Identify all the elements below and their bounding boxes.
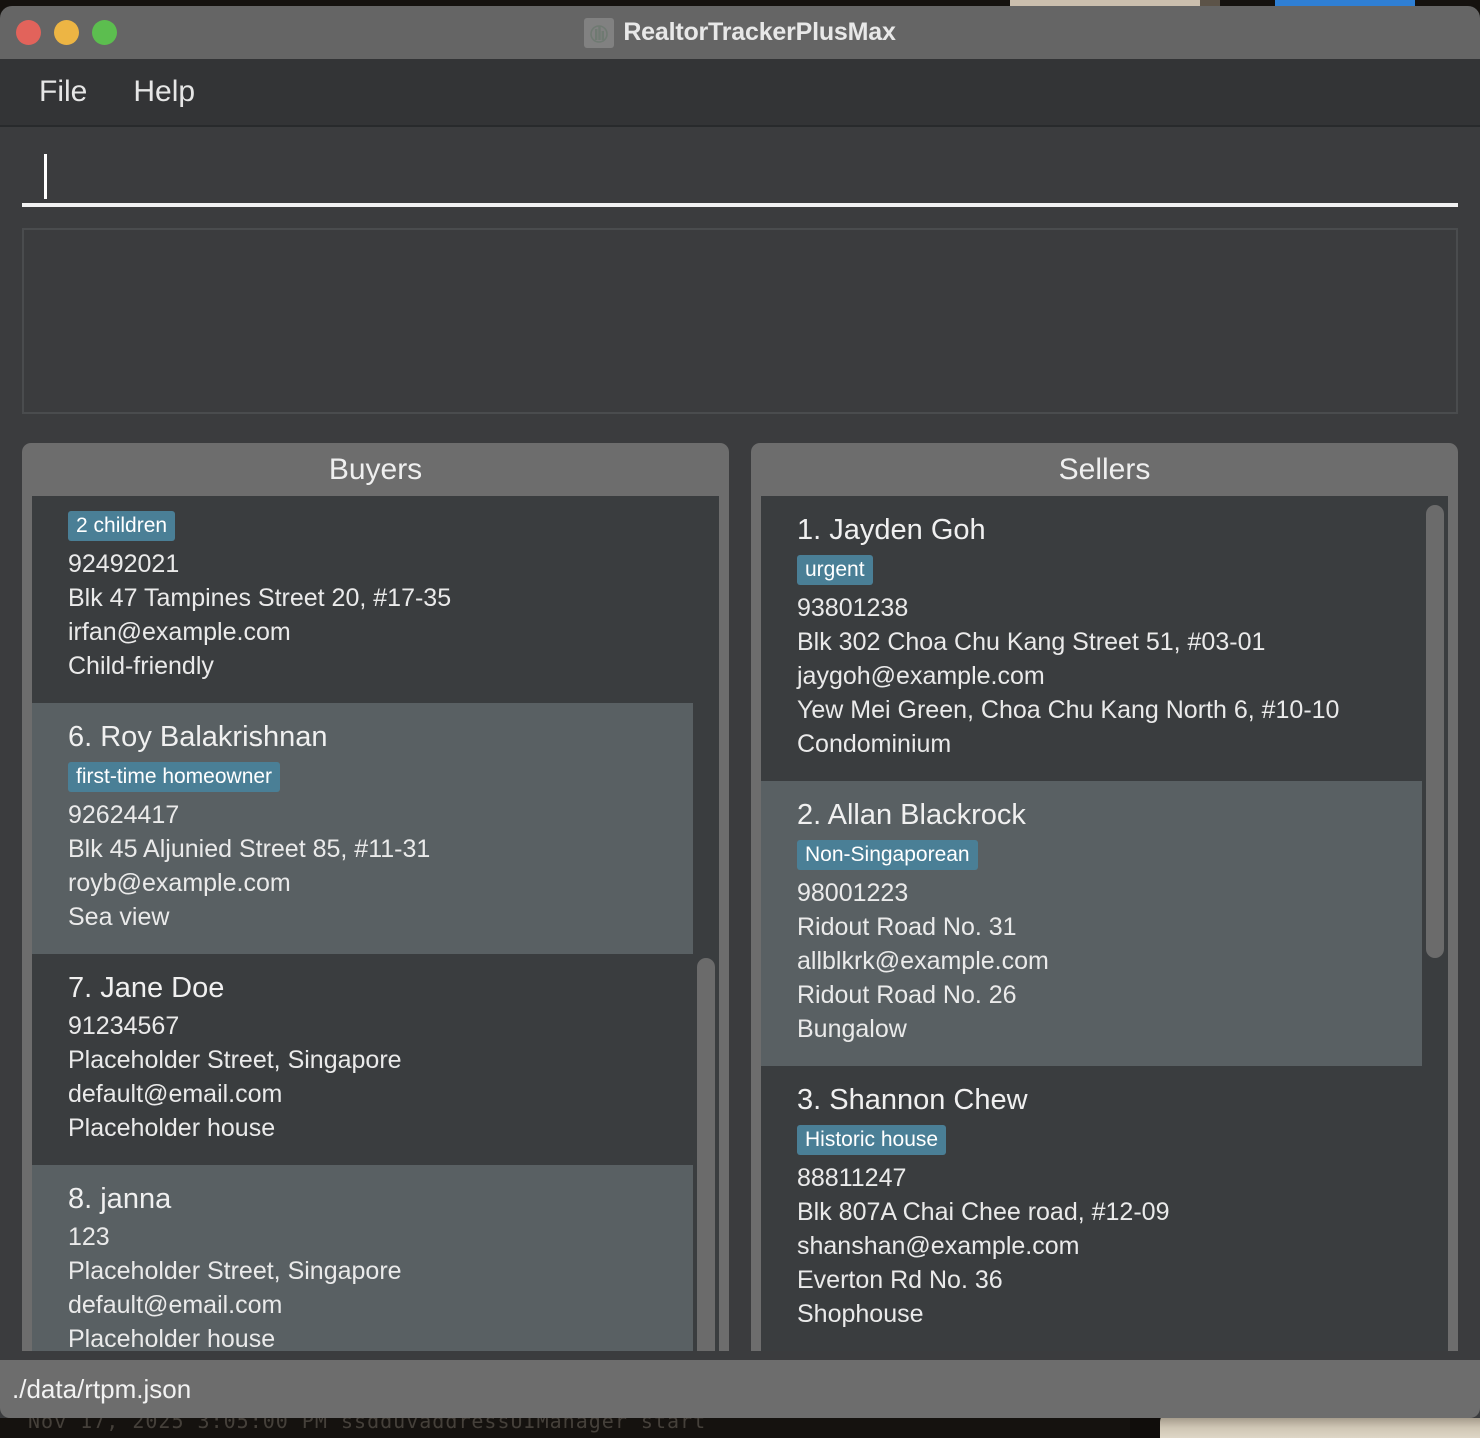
buyers-scrollbar-thumb[interactable] (697, 957, 715, 1351)
buyer-card-address: Blk 47 Tampines Street 20, #17-35 (68, 584, 452, 613)
seller-card-name: 3. Shannon Chew (797, 1084, 1028, 1117)
building-chart-icon (584, 17, 615, 48)
buyer-card-note: Placeholder house (68, 1325, 276, 1351)
buyer-card-note: Child-friendly (68, 652, 214, 681)
seller-card-note: Shophouse (797, 1300, 924, 1329)
buyer-card-name: 8. janna (68, 1183, 172, 1216)
seller-card-tag: Non-Singaporean (797, 840, 978, 871)
buyer-card-tag: 2 children (68, 511, 176, 542)
buyer-card-email: default@email.com (68, 1291, 283, 1320)
seller-card-address: Blk 302 Choa Chu Kang Street 51, #03-01 (797, 628, 1266, 657)
buyer-card-address: Placeholder Street, Singapore (68, 1257, 402, 1286)
buyer-card-email: royb@example.com (68, 869, 291, 898)
buyers-panel-title: Buyers (328, 452, 423, 486)
sellers-panel-title: Sellers (1058, 452, 1151, 486)
status-bar-path: ./data/rtpm.json (12, 1373, 192, 1404)
seller-card-note: Bungalow (797, 1015, 907, 1044)
buyer-card-phone: 123 (68, 1223, 110, 1252)
buyer-card-name: 6. Roy Balakrishnan (68, 721, 328, 754)
buyers-list-viewport: 5. Irfan Ibrahim 2 children 92492021 Blk 47… (32, 496, 719, 1351)
lists-container: Buyers 5. Irfan Ibrahim 2 children 9249202… (22, 443, 1458, 1351)
seller-card-email: shanshan@example.com (797, 1232, 1080, 1261)
buyer-card-email: default@email.com (68, 1080, 283, 1109)
buyer-card-name: 5. Irfan Ibrahim (68, 496, 693, 503)
title-bar: RealtorTrackerPlusMax (0, 6, 1480, 59)
sellers-list-viewport: 1. Jayden Goh urgent 93801238 Blk 302 Choa … (761, 496, 1448, 1351)
seller-card[interactable]: 3. Shannon Chew Historic house 88811247 Blk… (761, 1066, 1422, 1351)
app-window: RealtorTrackerPlusMax File Help Buyers 5… (0, 6, 1480, 1418)
buyer-card-phone: 92624417 (68, 801, 180, 830)
window-controls (16, 6, 117, 59)
buyers-scrollbar[interactable] (693, 496, 719, 1351)
seller-card-property: Yew Mei Green, Choa Chu Kang North 6, #1… (797, 696, 1340, 725)
minimize-button[interactable] (54, 20, 79, 45)
buyer-card-tag: first-time homeowner (68, 762, 281, 793)
buyer-card[interactable]: 5. Irfan Ibrahim 2 children 92492021 Blk 47… (32, 496, 693, 704)
buyer-card-address: Blk 45 Aljunied Street 85, #11-31 (68, 835, 431, 864)
status-bar: ./data/rtpm.json (0, 1360, 1480, 1418)
sellers-panel: Sellers 1. Jayden Goh urgent 93801238 Blk 3… (751, 443, 1458, 1351)
menu-bar: File Help (0, 59, 1480, 127)
buyers-panel: Buyers 5. Irfan Ibrahim 2 children 9249202… (22, 443, 729, 1351)
seller-card-phone: 93801238 (797, 594, 909, 623)
seller-card-email: jaygoh@example.com (797, 662, 1045, 691)
buyer-card-name: 7. Jane Doe (68, 972, 225, 1005)
seller-card-property: Everton Rd No. 36 (797, 1266, 1003, 1295)
seller-card-property: Ridout Road No. 26 (797, 981, 1017, 1010)
buyer-card-address: Placeholder Street, Singapore (68, 1046, 402, 1075)
sellers-scrollbar-thumb[interactable] (1426, 504, 1444, 958)
buyer-card-phone: 91234567 (68, 1012, 180, 1041)
seller-card-phone: 88811247 (797, 1164, 907, 1193)
menu-item-help[interactable]: Help (127, 73, 201, 111)
sellers-scrollbar[interactable] (1422, 496, 1448, 1351)
buyer-card[interactable]: 8. janna 123 Placeholder Street, Singapore… (32, 1165, 693, 1351)
buyer-card-phone: 92492021 (68, 550, 180, 579)
seller-card[interactable]: 2. Allan Blackrock Non-Singaporean 9800122… (761, 781, 1422, 1067)
window-body: Buyers 5. Irfan Ibrahim 2 children 9249202… (0, 127, 1480, 1418)
command-row (22, 127, 1458, 207)
seller-card-address: Blk 807A Chai Chee road, #12-09 (797, 1198, 1170, 1227)
buyer-card[interactable]: 6. Roy Balakrishnan first-time homeowner 9… (32, 703, 693, 955)
command-input[interactable] (22, 149, 1458, 207)
seller-card-phone: 98001223 (797, 879, 909, 908)
buyer-card[interactable]: 7. Jane Doe 91234567 Placeholder Street, S… (32, 954, 693, 1166)
close-button[interactable] (16, 20, 41, 45)
maximize-button[interactable] (92, 20, 117, 45)
seller-card-name: 2. Allan Blackrock (797, 799, 1026, 832)
buyer-card-note: Placeholder house (68, 1114, 276, 1143)
output-log-panel (22, 228, 1458, 414)
seller-card-tag: urgent (797, 555, 873, 586)
buyer-card-email: irfan@example.com (68, 618, 291, 647)
buyers-list[interactable]: 5. Irfan Ibrahim 2 children 92492021 Blk 47… (32, 496, 719, 1351)
seller-card[interactable]: 1. Jayden Goh urgent 93801238 Blk 302 Choa … (761, 496, 1422, 782)
seller-card-note: Condominium (797, 730, 952, 759)
sellers-list[interactable]: 1. Jayden Goh urgent 93801238 Blk 302 Choa … (761, 496, 1448, 1351)
buyer-card-note: Sea view (68, 903, 170, 932)
window-title-group: RealtorTrackerPlusMax (584, 17, 896, 48)
seller-card-name: 1. Jayden Goh (797, 514, 986, 546)
seller-card-address: Ridout Road No. 31 (797, 913, 1017, 942)
text-caret (44, 153, 47, 199)
seller-card-email: allblkrk@example.com (797, 947, 1049, 976)
window-title: RealtorTrackerPlusMax (623, 18, 896, 46)
seller-card-tag: Historic house (797, 1125, 947, 1156)
menu-item-file[interactable]: File (33, 73, 93, 111)
